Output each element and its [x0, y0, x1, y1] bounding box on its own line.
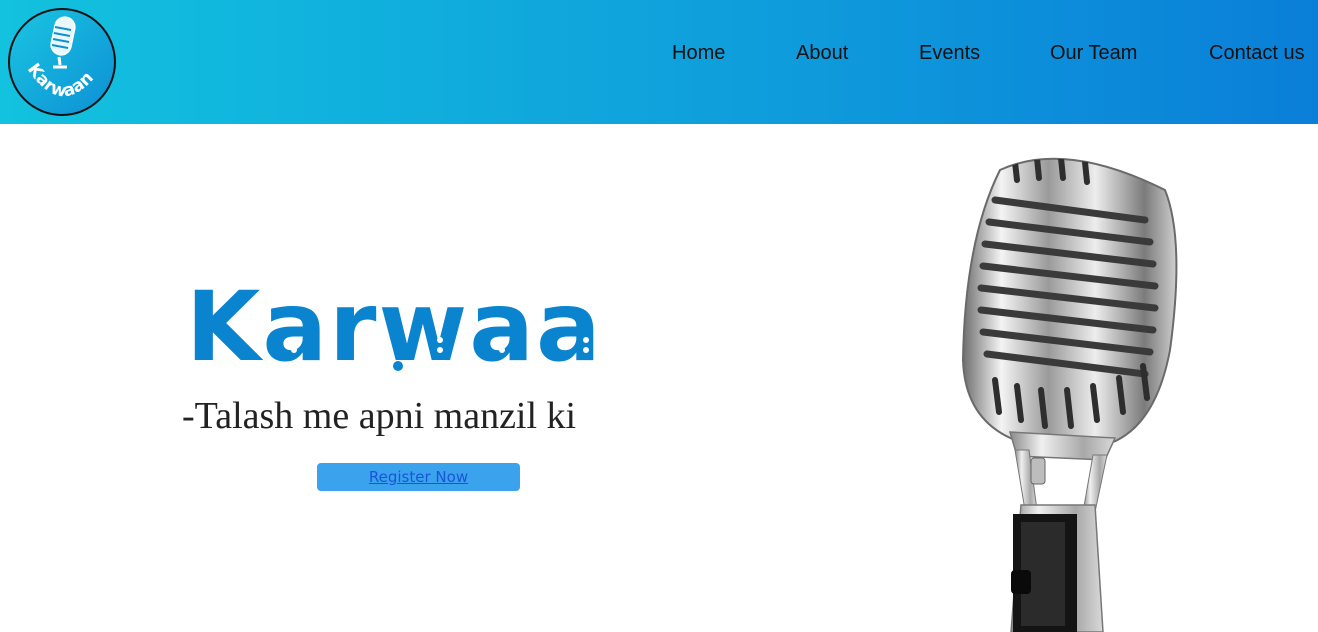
microphone-image — [961, 157, 1178, 632]
tagline: -Talash me apni manzil ki — [182, 395, 577, 437]
site-header: Karwaan Home About Events Our Team Conta… — [0, 0, 1318, 124]
karwaan-wordmark: Karwaan — [186, 271, 608, 372]
nav-contact-us[interactable]: Contact us — [1209, 42, 1305, 65]
nav-events[interactable]: Events — [919, 42, 980, 65]
page: Karwaan Home About Events Our Team Conta… — [0, 0, 1318, 632]
wordmark-drop — [393, 361, 403, 371]
register-now-button[interactable]: Register Now — [317, 463, 520, 491]
nav-our-team[interactable]: Our Team — [1050, 42, 1137, 65]
nav-home[interactable]: Home — [672, 42, 725, 65]
register-now-label: Register Now — [368, 468, 469, 486]
nav-about[interactable]: About — [796, 42, 848, 65]
wordmark-text: Karwaan — [186, 271, 608, 372]
main-nav: Home About Events Our Team Contact us — [0, 0, 1318, 108]
